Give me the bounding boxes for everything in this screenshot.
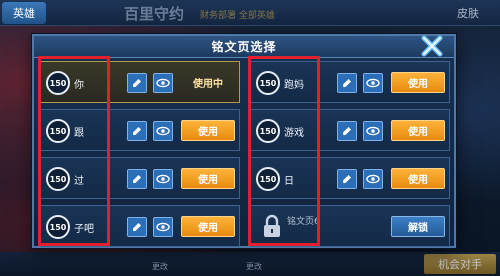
match-button[interactable]: 机会对手 — [424, 254, 496, 274]
pencil-icon — [343, 175, 351, 183]
view-button[interactable] — [153, 169, 173, 189]
use-button[interactable]: 使用 — [181, 216, 235, 237]
edit-button[interactable] — [127, 217, 147, 237]
pencil-icon — [343, 79, 351, 87]
tab-heroes[interactable]: 英雄 — [2, 2, 46, 24]
unlock-button[interactable]: 解锁 — [391, 216, 445, 237]
eye-icon — [366, 78, 380, 88]
edit-button[interactable] — [337, 169, 357, 189]
view-button[interactable] — [153, 121, 173, 141]
pencil-icon — [133, 175, 141, 183]
edit-button[interactable] — [127, 73, 147, 93]
dialog-title: 铭文页选择 — [211, 40, 277, 54]
eye-icon — [366, 174, 380, 184]
use-button[interactable]: 使用 — [391, 120, 445, 141]
eye-icon — [156, 222, 170, 232]
eye-icon — [366, 126, 380, 136]
pencil-icon — [133, 79, 141, 87]
in-use-label: 使用中 — [193, 79, 223, 90]
edit-button[interactable] — [337, 121, 357, 141]
eye-icon — [156, 78, 170, 88]
pencil-icon — [133, 223, 141, 231]
bottom-label-mid: 更改 — [246, 262, 262, 271]
view-button[interactable] — [153, 217, 173, 237]
tab-skins[interactable]: 皮肤 — [448, 3, 488, 23]
dialog-header: 铭文页选择 — [34, 36, 454, 58]
use-button[interactable]: 使用 — [181, 120, 235, 141]
bottom-label-left: 更改 — [152, 262, 168, 271]
highlight-box-left — [38, 56, 110, 246]
use-button[interactable]: 使用 — [181, 168, 235, 189]
bottom-bar: 更改 更改 机会对手 — [0, 252, 500, 276]
eye-icon — [156, 174, 170, 184]
close-button[interactable] — [418, 32, 446, 60]
hero-title: 百里守约 — [124, 5, 185, 23]
edit-button[interactable] — [127, 169, 147, 189]
top-bar: 英雄 百里守约 财务部署 全部英雄 皮肤 — [0, 0, 500, 26]
view-button[interactable] — [363, 121, 383, 141]
close-icon — [421, 35, 443, 57]
hero-subtitle: 财务部署 全部英雄 — [200, 11, 275, 21]
pencil-icon — [343, 127, 351, 135]
edit-button[interactable] — [337, 73, 357, 93]
view-button[interactable] — [363, 73, 383, 93]
eye-icon — [156, 126, 170, 136]
edit-button[interactable] — [127, 121, 147, 141]
use-button[interactable]: 使用 — [391, 168, 445, 189]
pencil-icon — [133, 127, 141, 135]
use-button[interactable]: 使用 — [391, 72, 445, 93]
highlight-box-right — [248, 56, 320, 246]
view-button[interactable] — [363, 169, 383, 189]
view-button[interactable] — [153, 73, 173, 93]
